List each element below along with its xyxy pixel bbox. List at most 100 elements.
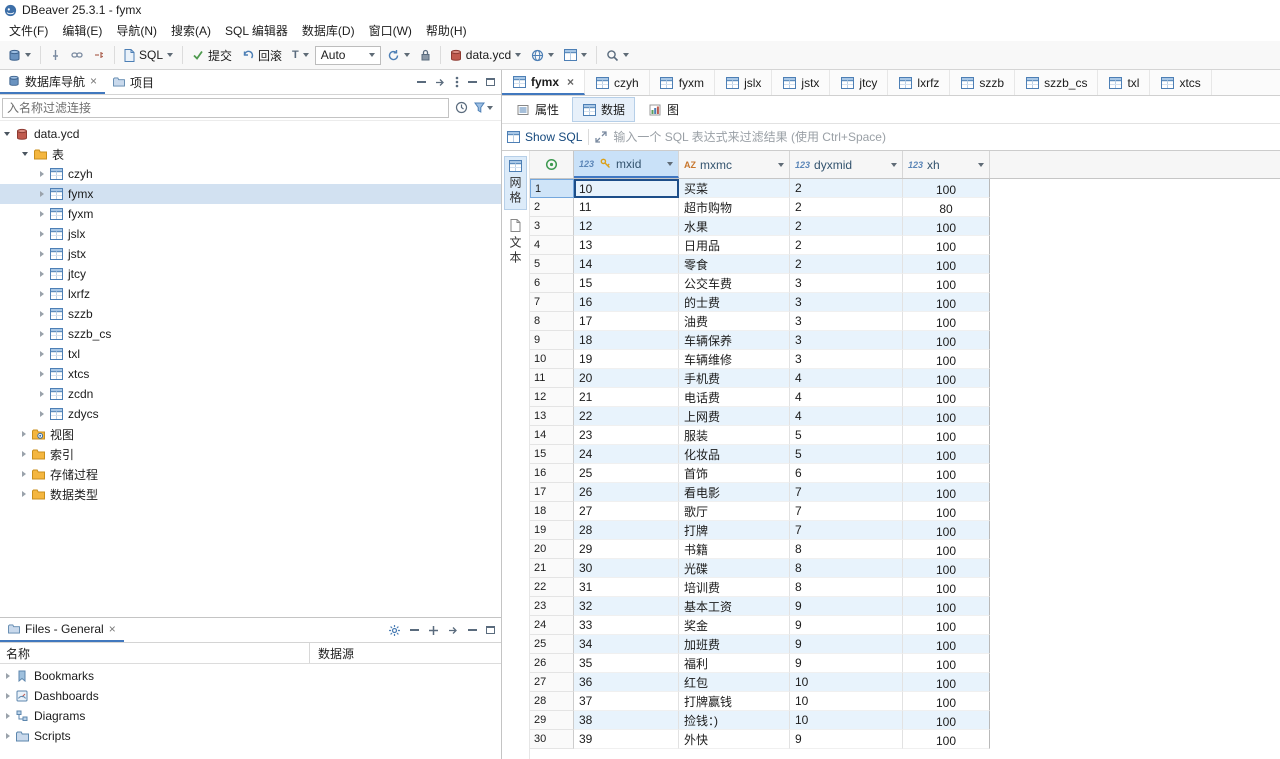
data-cell[interactable]: 2 [790, 217, 903, 236]
data-cell[interactable]: 100 [903, 597, 990, 616]
editor-tab-txl[interactable]: txl [1098, 70, 1151, 95]
active-connection-select[interactable]: data.ycd [446, 46, 525, 64]
transaction-mode-select[interactable]: Auto [314, 45, 381, 65]
expander-icon[interactable] [6, 693, 10, 699]
row-number-cell[interactable]: 11 [530, 369, 574, 388]
data-cell[interactable]: 17 [574, 312, 679, 331]
data-cell[interactable]: 35 [574, 654, 679, 673]
data-cell[interactable]: 车辆维修 [679, 350, 790, 369]
data-cell[interactable]: 8 [790, 559, 903, 578]
sort-dropdown-icon[interactable] [667, 161, 673, 166]
menu-item-1[interactable]: 编辑(E) [55, 20, 109, 41]
tree-node-table-xtcs[interactable]: xtcs [0, 364, 501, 384]
data-cell[interactable]: 培训费 [679, 578, 790, 597]
expander-icon[interactable] [40, 311, 44, 317]
row-number-cell[interactable]: 26 [530, 654, 574, 673]
data-cell[interactable]: 25 [574, 464, 679, 483]
data-cell[interactable]: 100 [903, 635, 990, 654]
data-cell[interactable]: 上网费 [679, 407, 790, 426]
row-number-cell[interactable]: 15 [530, 445, 574, 464]
data-cell[interactable]: 8 [790, 578, 903, 597]
data-cell[interactable]: 21 [574, 388, 679, 407]
subtab-data[interactable]: 数据 [572, 97, 636, 122]
expander-icon[interactable] [40, 231, 44, 237]
data-cell[interactable]: 15 [574, 274, 679, 293]
data-cell[interactable]: 100 [903, 673, 990, 692]
tree-node-other-3[interactable]: 数据类型 [0, 484, 501, 504]
data-cell[interactable]: 4 [790, 407, 903, 426]
data-cell[interactable]: 捡钱：) [679, 711, 790, 730]
result-filter-input[interactable] [613, 130, 1280, 144]
data-cell[interactable]: 2 [790, 255, 903, 274]
data-cell[interactable]: 加班费 [679, 635, 790, 654]
data-cell[interactable]: 日用品 [679, 236, 790, 255]
expander-icon[interactable] [40, 211, 44, 217]
maximize-icon[interactable] [486, 78, 495, 86]
expander-icon[interactable] [40, 351, 44, 357]
data-cell[interactable]: 100 [903, 293, 990, 312]
show-sql-button[interactable]: Show SQL [507, 130, 582, 144]
data-cell[interactable]: 31 [574, 578, 679, 597]
tree-node-table-zcdn[interactable]: zcdn [0, 384, 501, 404]
editor-tab-czyh[interactable]: czyh [585, 70, 650, 95]
expander-icon[interactable] [40, 251, 44, 257]
lock-button[interactable] [416, 47, 435, 63]
sort-dropdown-icon[interactable] [978, 162, 984, 167]
link-editor-button[interactable] [67, 47, 87, 63]
row-number-cell[interactable]: 19 [530, 521, 574, 540]
expand-filter-icon[interactable] [595, 131, 608, 143]
data-cell[interactable]: 零食 [679, 255, 790, 274]
column-header-datasource[interactable]: 数据源 [310, 645, 354, 662]
data-cell[interactable]: 100 [903, 540, 990, 559]
data-cell[interactable]: 看电影 [679, 483, 790, 502]
editor-tab-lxrfz[interactable]: lxrfz [888, 70, 951, 95]
data-cell[interactable]: 30 [574, 559, 679, 578]
data-cell[interactable]: 手机费 [679, 369, 790, 388]
data-cell[interactable]: 100 [903, 654, 990, 673]
disconnect-button[interactable] [89, 47, 109, 63]
tree-node-table-lxrfz[interactable]: lxrfz [0, 284, 501, 304]
data-cell[interactable]: 4 [790, 388, 903, 407]
data-cell[interactable]: 100 [903, 692, 990, 711]
filter-funnel-icon[interactable] [474, 102, 499, 113]
row-number-cell[interactable]: 4 [530, 236, 574, 255]
data-cell[interactable]: 10 [574, 179, 679, 198]
data-cell[interactable]: 100 [903, 464, 990, 483]
row-number-cell[interactable]: 12 [530, 388, 574, 407]
expand-all-icon[interactable] [428, 625, 439, 636]
data-cell[interactable]: 100 [903, 616, 990, 635]
data-cell[interactable]: 100 [903, 350, 990, 369]
link-with-editor-icon[interactable] [435, 77, 446, 88]
data-cell[interactable]: 37 [574, 692, 679, 711]
data-cell[interactable]: 100 [903, 369, 990, 388]
data-cell[interactable]: 9 [790, 654, 903, 673]
files-item-dashboards[interactable]: Dashboards [0, 686, 501, 706]
data-cell[interactable]: 38 [574, 711, 679, 730]
data-cell[interactable]: 歌厅 [679, 502, 790, 521]
rollback-button[interactable]: 回滚 [238, 45, 286, 66]
data-cell[interactable]: 9 [790, 635, 903, 654]
data-cell[interactable]: 29 [574, 540, 679, 559]
data-cell[interactable]: 服装 [679, 426, 790, 445]
data-cell[interactable]: 24 [574, 445, 679, 464]
data-cell[interactable]: 80 [903, 198, 990, 217]
tab-projects[interactable]: 项目 [105, 70, 162, 94]
minimize-icon[interactable] [468, 81, 477, 83]
data-cell[interactable]: 100 [903, 179, 990, 198]
expander-icon[interactable] [40, 291, 44, 297]
data-cell[interactable]: 5 [790, 426, 903, 445]
data-cell[interactable]: 100 [903, 331, 990, 350]
data-cell[interactable]: 13 [574, 236, 679, 255]
row-number-cell[interactable]: 20 [530, 540, 574, 559]
expander-icon[interactable] [40, 391, 44, 397]
data-cell[interactable]: 12 [574, 217, 679, 236]
row-number-cell[interactable]: 14 [530, 426, 574, 445]
expander-icon[interactable] [22, 491, 26, 497]
expander-icon[interactable] [6, 733, 10, 739]
data-cell[interactable]: 22 [574, 407, 679, 426]
data-cell[interactable]: 23 [574, 426, 679, 445]
expander-icon[interactable] [6, 713, 10, 719]
row-number-cell[interactable]: 27 [530, 673, 574, 692]
data-cell[interactable]: 奖金 [679, 616, 790, 635]
data-cell[interactable]: 36 [574, 673, 679, 692]
